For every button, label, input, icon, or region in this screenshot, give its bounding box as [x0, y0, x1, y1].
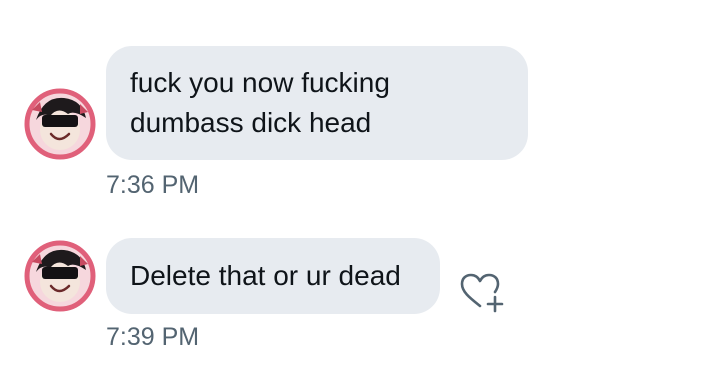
- message-thread: fuck you now fucking dumbass dick head 7…: [0, 0, 720, 387]
- heart-plus-icon: [460, 273, 504, 313]
- avatar[interactable]: [24, 88, 96, 160]
- avatar-icon: [24, 240, 96, 312]
- message-timestamp: 7:39 PM: [106, 323, 200, 351]
- avatar[interactable]: [24, 240, 96, 312]
- message-text-line: Delete that or ur dead: [130, 260, 401, 291]
- message-text-line: fuck you now fucking: [130, 67, 390, 98]
- message-bubble[interactable]: fuck you now fucking dumbass dick head: [106, 46, 528, 160]
- message-bubble[interactable]: Delete that or ur dead: [106, 238, 440, 314]
- message-timestamp: 7:36 PM: [106, 171, 200, 199]
- react-button[interactable]: [456, 270, 506, 314]
- message-text-line: dumbass dick head: [130, 107, 372, 138]
- avatar-icon: [24, 88, 96, 160]
